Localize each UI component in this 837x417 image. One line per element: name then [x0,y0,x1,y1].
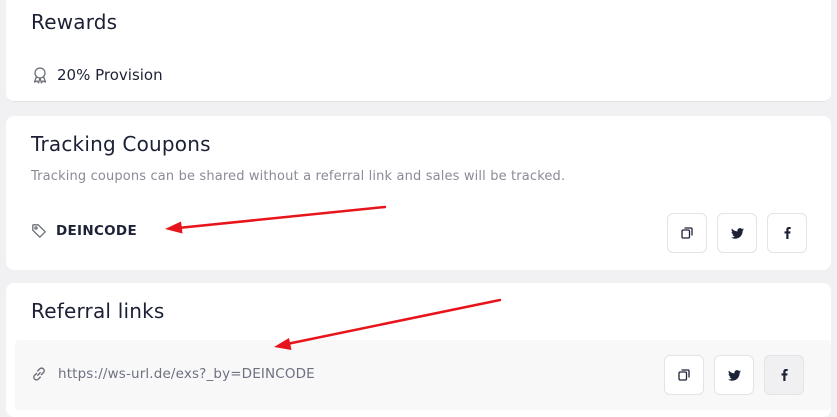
twitter-icon [730,227,744,239]
tag-icon [31,223,47,239]
rewards-card: Rewards 20% Provision [6,0,831,102]
coupon-code-row: DEINCODE [31,223,137,239]
provision-row: 20% Provision [31,66,163,84]
coupon-share-buttons [667,213,807,253]
coupons-title: Tracking Coupons [31,132,211,156]
link-icon [31,366,47,382]
referral-link: https://ws-url.de/exs?_by=DEINCODE [31,366,315,382]
share-link-twitter-button[interactable] [714,355,754,395]
rewards-title: Rewards [31,10,118,34]
share-link-facebook-button[interactable] [764,355,804,395]
referral-link-row: https://ws-url.de/exs?_by=DEINCODE [15,340,831,410]
referral-title: Referral links [31,299,165,323]
provision-text: 20% Provision [57,66,163,84]
referral-share-buttons [664,355,804,395]
referral-links-card: Referral links https://ws-url.de/exs?_by… [6,283,831,417]
coupon-code[interactable]: DEINCODE [56,223,137,239]
share-coupon-twitter-button[interactable] [717,213,757,253]
facebook-icon [784,227,791,239]
facebook-icon [781,369,788,381]
award-ribbon-icon [31,66,49,84]
copy-link-button[interactable] [664,355,704,395]
share-coupon-facebook-button[interactable] [767,213,807,253]
copy-icon [678,369,690,381]
referral-url[interactable]: https://ws-url.de/exs?_by=DEINCODE [58,366,315,382]
copy-icon [681,227,693,239]
coupons-subtitle: Tracking coupons can be shared without a… [31,169,566,184]
tracking-coupons-card: Tracking Coupons Tracking coupons can be… [6,116,831,270]
twitter-icon [727,369,741,381]
copy-coupon-button[interactable] [667,213,707,253]
